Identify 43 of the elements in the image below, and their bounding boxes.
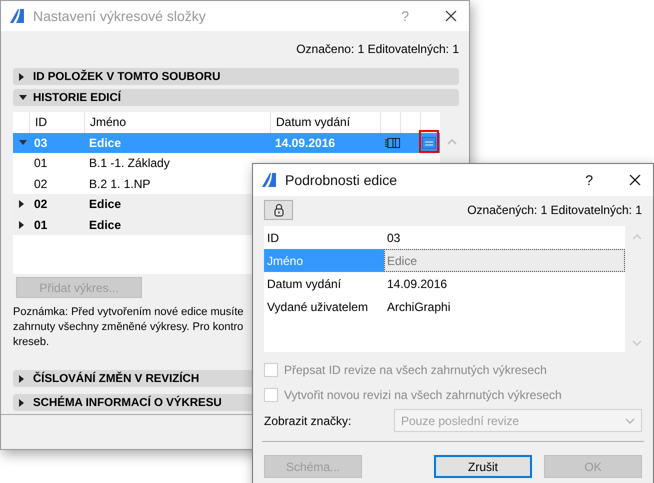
property-label: Vydané uživatelem [266, 298, 369, 316]
chevron-down-icon [625, 418, 635, 424]
property-value: ArchiGraphi [386, 298, 452, 316]
lock-button[interactable] [264, 200, 293, 220]
table-cell: 02 [34, 176, 48, 191]
help-button[interactable]: ? [585, 172, 593, 188]
table-cell: B.2 1. 1.NP [89, 176, 150, 191]
section-header[interactable]: HISTORIE EDICÍ [13, 89, 459, 106]
dialog-button[interactable]: Zrušit [434, 455, 532, 478]
property-row[interactable]: Jméno Edice [264, 249, 625, 272]
table-cell: 01 [34, 218, 48, 232]
table-cell: 01 [34, 156, 48, 170]
close-icon[interactable] [445, 10, 457, 22]
note-text: Poznámka: Před vytvořením nové edice musíte [13, 305, 244, 320]
table-cell: Edice [89, 136, 122, 150]
table-cell: Edice [89, 218, 122, 232]
table-cell: 02 [34, 197, 48, 212]
property-label: Jméno [264, 249, 384, 272]
table-cell: B.1 -1. Základy [89, 156, 170, 170]
table-cell: 14.09.2016 [275, 136, 336, 150]
note-text: zahrnuty všechny změněné výkresy. Pro kontro [13, 320, 244, 335]
columns-icon[interactable] [385, 136, 400, 149]
window-title: Nastavení výkresové složky [33, 8, 207, 24]
property-row[interactable]: Vydané uživatelem ArchiGraphi [264, 295, 625, 318]
app-logo-icon [9, 8, 25, 24]
table-cell: 03 [34, 136, 48, 150]
property-value: Edice [384, 249, 625, 272]
note-text: kreseb. [13, 335, 50, 350]
property-value: 14.09.2016 [386, 276, 448, 292]
selection-count: Označeno: 1 Editovatelných: 1 [295, 42, 459, 58]
app-logo-icon [261, 172, 277, 188]
selection-count: Označených: 1 Editovatelných: 1 [467, 203, 642, 217]
lock-icon [274, 203, 284, 217]
markers-label: Zobrazit značky: [264, 414, 352, 428]
expand-arrow-icon[interactable] [19, 220, 24, 229]
close-icon[interactable] [629, 174, 641, 186]
property-row[interactable]: Datum vydání 14.09.2016 [264, 272, 625, 295]
list-icon[interactable] [422, 136, 436, 149]
property-label: Datum vydání [266, 276, 342, 292]
dialog-title: Podrobnosti edice [285, 172, 398, 188]
expand-arrow-icon[interactable] [19, 200, 24, 208]
table-cell: Edice [89, 197, 122, 212]
section-header[interactable]: ID POLOŽEK V TOMTO SOUBORU [13, 68, 459, 85]
